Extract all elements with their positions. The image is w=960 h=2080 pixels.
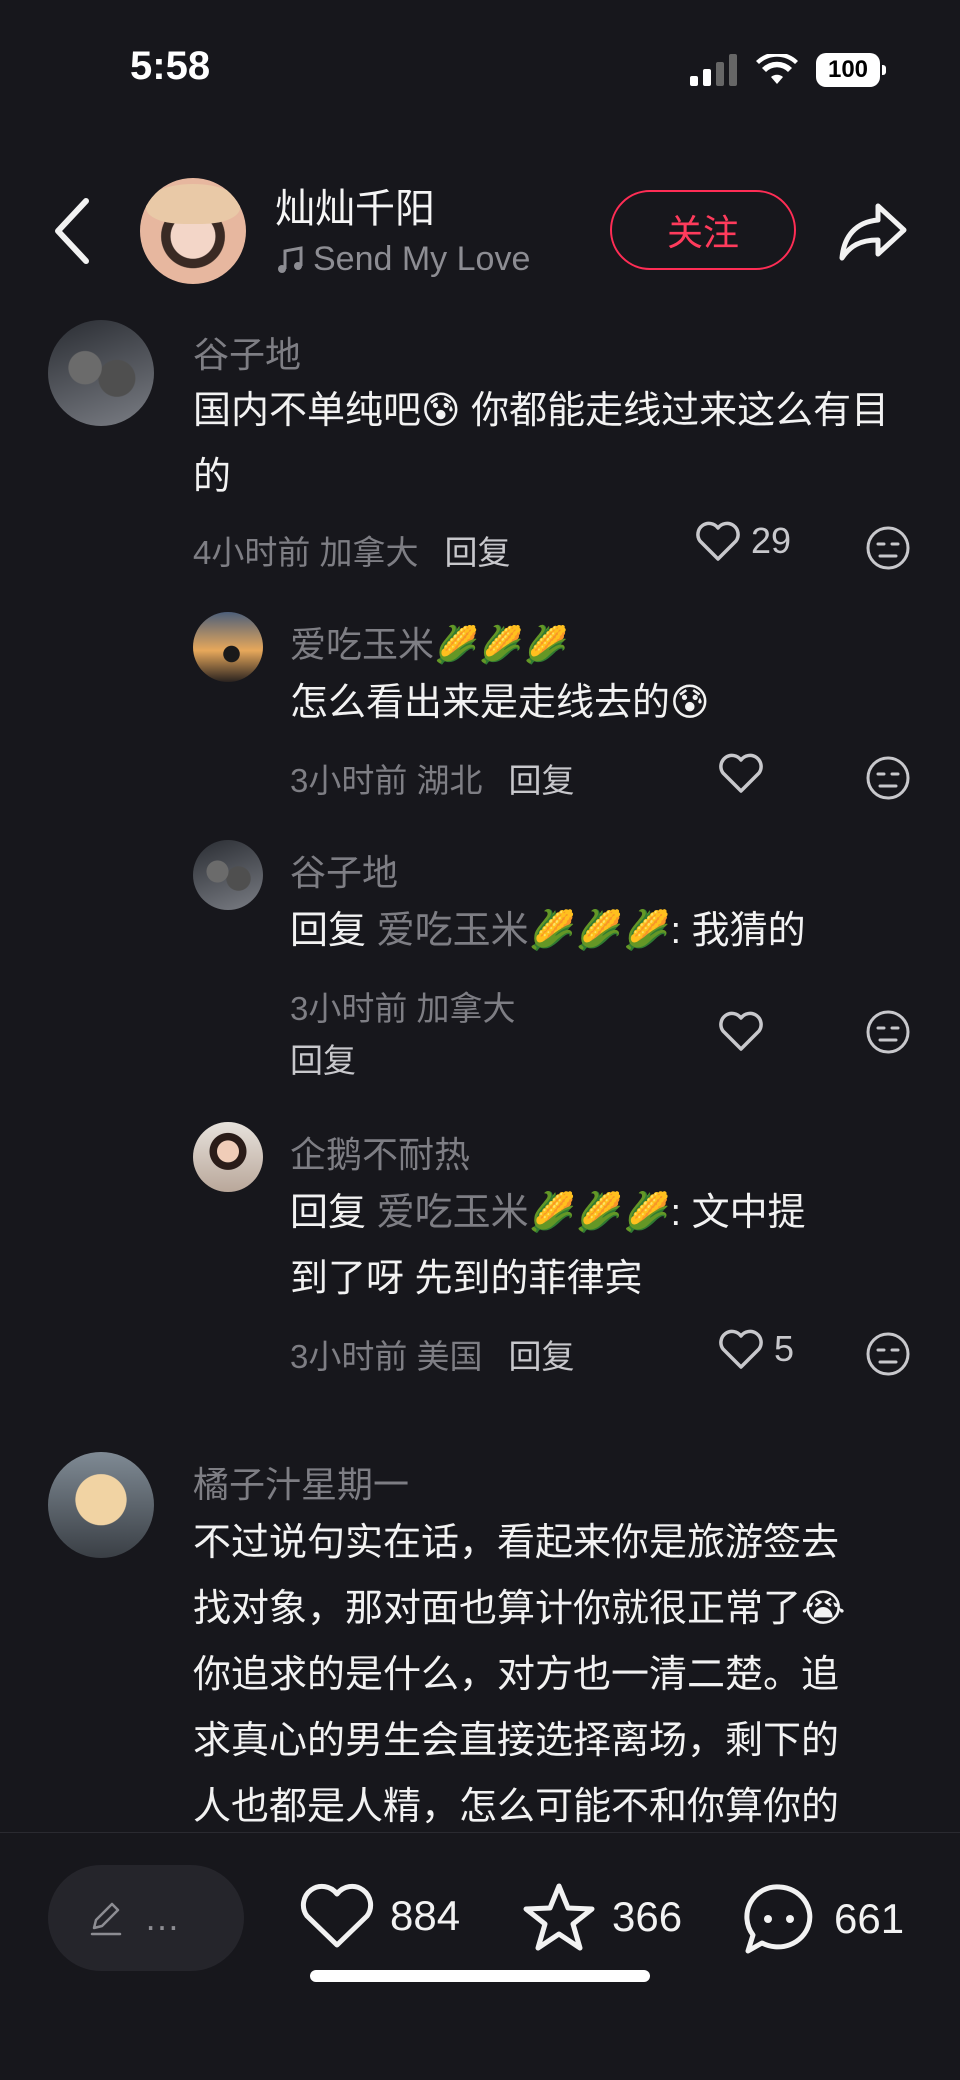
dislike-icon[interactable] [864, 1008, 912, 1056]
status-bar: 5:58 100 [0, 0, 960, 130]
dislike-icon[interactable] [864, 1330, 912, 1378]
star-icon [523, 1883, 595, 1951]
dislike-icon[interactable] [864, 754, 912, 802]
commenter-avatar[interactable] [193, 612, 263, 682]
reply-button[interactable]: 回复 [445, 534, 511, 571]
music-note-icon [278, 245, 303, 273]
reply-button[interactable]: 回复 [509, 762, 575, 799]
comment-text: 怎么看出来是走线去的😰 [290, 682, 710, 724]
like-action[interactable]: 884 [298, 1881, 460, 1951]
commenter-name[interactable]: 谷子地 [193, 326, 301, 378]
author-name[interactable]: 灿灿千阳 [275, 176, 435, 234]
comment-input[interactable]: … [48, 1865, 244, 1971]
status-time: 5:58 [130, 44, 211, 88]
wifi-icon [756, 54, 798, 84]
like-button[interactable]: 29 [695, 520, 791, 562]
reply-to-user[interactable]: 爱吃玉米🌽🌽🌽 [377, 1192, 671, 1234]
comment-time-location: 3小时前 加拿大 [290, 990, 516, 1027]
battery-icon: 100 [816, 53, 886, 87]
comment-meta: 3小时前 加拿大 [290, 982, 516, 1030]
commenter-avatar[interactable] [48, 1452, 154, 1558]
heart-icon [696, 521, 740, 561]
comment-total: 661 [834, 1895, 905, 1942]
comment-meta: 3小时前 美国 回复 [290, 1330, 575, 1378]
like-button[interactable]: 5 [718, 1328, 794, 1370]
commenter-name[interactable]: 企鹅不耐热 [290, 1126, 470, 1178]
music-label[interactable]: Send My Love [275, 240, 530, 279]
comment-input-placeholder: … [144, 1897, 180, 1938]
like-button[interactable] [718, 752, 764, 794]
dislike-icon[interactable] [864, 524, 912, 572]
reply-button[interactable]: 回复 [290, 1034, 356, 1082]
comment-time-location: 3小时前 美国 [290, 1338, 483, 1375]
commenter-avatar[interactable] [193, 840, 263, 910]
heart-icon [719, 1329, 763, 1369]
pencil-icon [90, 1902, 122, 1936]
comment-bubble-icon [744, 1884, 813, 1954]
comment-time-location: 3小时前 湖北 [290, 762, 483, 799]
back-icon[interactable] [50, 195, 94, 267]
reply-button[interactable]: 回复 [509, 1338, 575, 1375]
status-icons: 100 [690, 50, 886, 90]
reply-to-user[interactable]: 爱吃玉米🌽🌽🌽 [377, 910, 671, 952]
like-count: 5 [774, 1328, 795, 1369]
comment-text: 回复 爱吃玉米🌽🌽🌽: 我猜的 [290, 910, 806, 952]
author-avatar[interactable] [140, 178, 246, 284]
commenter-name[interactable]: 橘子汁星期一 [193, 1456, 409, 1508]
follow-button[interactable]: 关注 [610, 190, 796, 270]
music-title: Send My Love [313, 240, 531, 278]
comment-text: 国内不单纯吧😰 你都能走线过来这么有目的 [193, 390, 890, 498]
commenter-avatar[interactable] [48, 320, 154, 426]
heart-icon [300, 1883, 374, 1948]
comment-meta: 4小时前 加拿大 回复 [193, 526, 511, 574]
commenter-avatar[interactable] [193, 1122, 263, 1192]
favorite-action[interactable]: 366 [520, 1881, 682, 1953]
comment-action[interactable]: 661 [740, 1881, 904, 1957]
comment-meta: 3小时前 湖北 回复 [290, 754, 575, 802]
comment-text: 不过说句实在话，看起来你是旅游签去 找对象，那对面也算计你就很正常了😭 你追求的… [193, 1522, 846, 1828]
commenter-name[interactable]: 爱吃玉米🌽🌽🌽 [290, 616, 568, 668]
header: 灿灿千阳 Send My Love 关注 [0, 170, 960, 300]
bottom-action-bar: … 884 366 661 [0, 1832, 960, 2080]
home-indicator[interactable] [310, 1970, 650, 1982]
like-button[interactable] [718, 1010, 764, 1052]
comment-text: 回复 爱吃玉米🌽🌽🌽: 文中提 到了呀 先到的菲律宾 [290, 1192, 806, 1300]
share-icon[interactable] [838, 200, 908, 264]
like-total: 884 [390, 1892, 461, 1939]
heart-icon [719, 753, 763, 793]
favorite-total: 366 [612, 1893, 683, 1940]
signal-icon [690, 54, 737, 86]
heart-icon [719, 1011, 763, 1051]
commenter-name[interactable]: 谷子地 [290, 844, 398, 896]
comment-time-location: 4小时前 加拿大 [193, 534, 419, 571]
like-count: 29 [751, 520, 792, 561]
